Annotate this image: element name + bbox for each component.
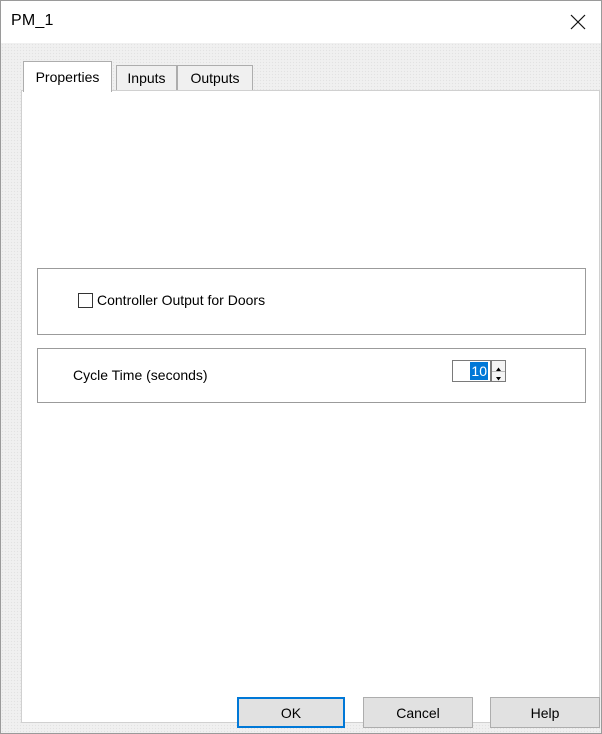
cycle-time-input[interactable]: 10 <box>452 360 491 382</box>
controller-output-label[interactable]: Controller Output for Doors <box>97 292 265 308</box>
cycle-time-value[interactable]: 10 <box>470 362 488 380</box>
tab-label: Outputs <box>190 70 240 86</box>
close-button[interactable] <box>555 1 601 43</box>
tab-panel-properties: Controller Output for Doors Cycle Time (… <box>21 90 600 723</box>
cycle-time-label: Cycle Time (seconds) <box>73 367 208 383</box>
cancel-button[interactable]: Cancel <box>363 697 473 728</box>
title-bar[interactable]: PM_1 <box>1 1 601 43</box>
tab-outputs[interactable]: Outputs <box>177 65 253 91</box>
spin-down-button[interactable] <box>492 371 505 381</box>
tab-label: Properties <box>35 69 100 85</box>
tab-label: Inputs <box>127 70 166 86</box>
controller-output-group: Controller Output for Doors <box>37 268 586 335</box>
dialog-window: PM_1 Properties Inputs Outputs Controlle… <box>0 0 602 734</box>
triangle-down-icon <box>496 377 501 381</box>
tab-properties[interactable]: Properties <box>23 61 112 92</box>
window-title: PM_1 <box>11 12 54 29</box>
cycle-time-spinner[interactable] <box>491 360 506 382</box>
cycle-time-group: Cycle Time (seconds) 10 <box>37 348 586 403</box>
dialog-client-area: Properties Inputs Outputs Controller Out… <box>1 43 601 733</box>
help-button[interactable]: Help <box>490 697 600 728</box>
controller-output-checkbox[interactable] <box>78 293 93 308</box>
close-icon <box>570 14 586 30</box>
ok-button[interactable]: OK <box>237 697 345 728</box>
tab-inputs[interactable]: Inputs <box>116 65 177 91</box>
